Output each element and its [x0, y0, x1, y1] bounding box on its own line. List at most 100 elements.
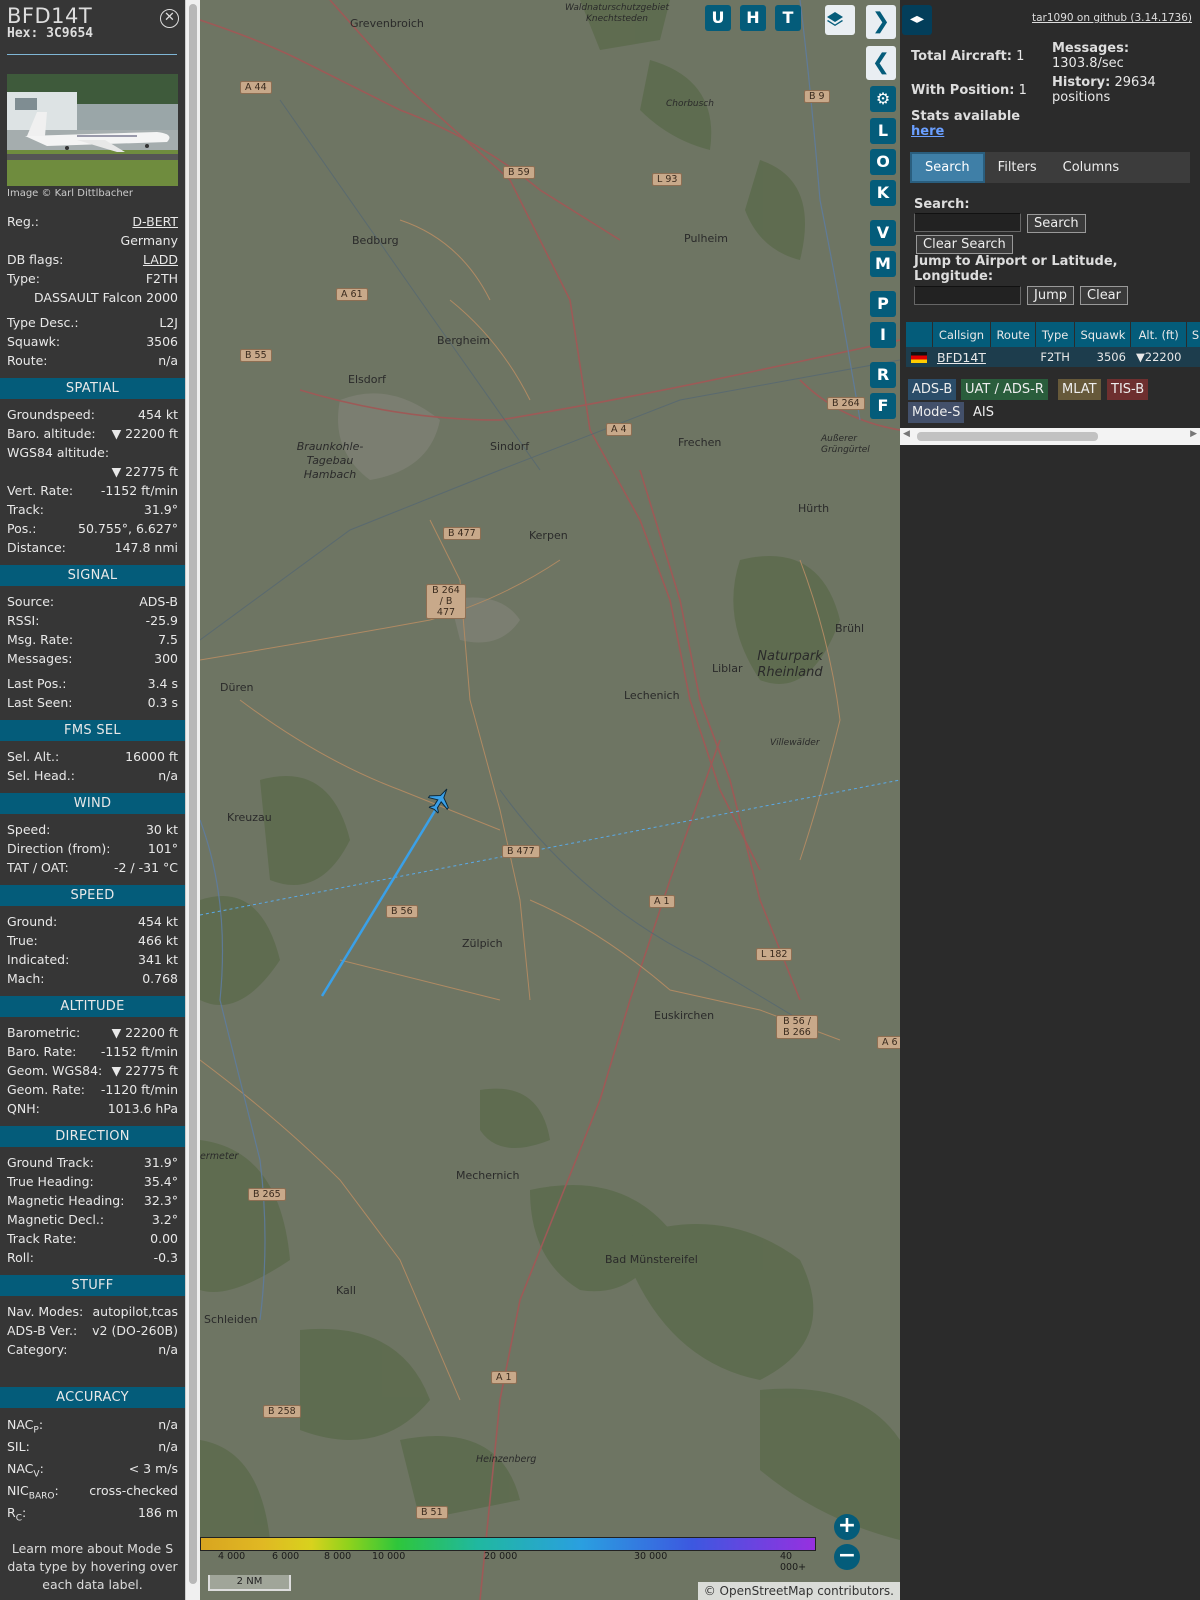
map-button-m[interactable]: M — [870, 251, 896, 277]
rc-row: RC: 186 m — [7, 1502, 178, 1524]
col-altitude[interactable]: Alt. (ft) — [1130, 322, 1187, 347]
total-aircraft: Total Aircraft: 1 — [911, 49, 1025, 64]
table-row[interactable]: BFD14T F2TH 3506 ▼22200 — [906, 347, 1200, 367]
scrollbar-thumb[interactable] — [917, 432, 1098, 441]
jump-input[interactable] — [914, 286, 1021, 305]
label: Groundspeed: — [7, 407, 95, 422]
adsb-ver-row: ADS-B Ver.: v2 (DO-260B) — [7, 1321, 178, 1340]
mag-heading-row: Magnetic Heading: 32.3° — [7, 1191, 178, 1210]
map-button-t[interactable]: T — [775, 5, 801, 31]
label: RC: — [7, 1505, 27, 1524]
ground-speed-row: Ground: 454 kt — [7, 912, 178, 931]
map-attribution[interactable]: © OpenStreetMap contributors. — [697, 1582, 900, 1600]
map-place: Außerer Grüngürtel — [821, 434, 870, 455]
clear-button[interactable]: Clear — [1080, 286, 1128, 305]
dbflags-link[interactable]: LADD — [143, 250, 178, 269]
type-name: DASSAULT Falcon 2000 — [33, 290, 178, 305]
expand-collapse-icon[interactable]: ◂▸ — [902, 5, 932, 35]
map-button-v[interactable]: V — [870, 220, 896, 246]
nacv-row: NACV: < 3 m/s — [7, 1458, 178, 1480]
panel-tabs: Search Filters Columns — [910, 152, 1190, 183]
chevron-right-icon[interactable]: ❯ — [866, 5, 896, 39]
value: -1152 ft/min — [100, 1044, 178, 1059]
reg-link[interactable]: D-BERT — [132, 212, 178, 231]
divider — [7, 54, 177, 55]
reg-label: Reg.: — [7, 214, 39, 229]
label: Geom. Rate: — [7, 1082, 86, 1097]
tab-search[interactable]: Search — [910, 152, 985, 183]
geom-rate-row: Geom. Rate: -1120 ft/min — [7, 1080, 178, 1099]
tab-filters[interactable]: Filters — [985, 152, 1050, 183]
badge-adsb: ADS-B — [908, 379, 957, 400]
jump-button[interactable]: Jump — [1027, 286, 1074, 305]
label: Source: — [7, 594, 55, 609]
layers-icon[interactable] — [825, 5, 855, 35]
scroll-left-icon[interactable]: ◀ — [903, 429, 910, 439]
map-place: Villewälder — [770, 738, 820, 748]
aircraft-photo[interactable] — [7, 74, 178, 186]
col-route[interactable]: Route — [990, 322, 1036, 347]
type-label: Type: — [7, 271, 40, 286]
col-speed[interactable]: Spd — [1186, 322, 1200, 347]
sidebar-scrollbar[interactable] — [185, 0, 200, 1600]
map-place: Lechenich — [624, 689, 680, 702]
col-flag[interactable] — [906, 322, 933, 347]
road-label: B 264 / B 477 — [426, 584, 466, 619]
scroll-right-icon[interactable]: ▶ — [1190, 429, 1197, 439]
map-button-f[interactable]: F — [870, 393, 896, 419]
value: 101° — [147, 841, 178, 856]
github-link[interactable]: tar1090 on github (3.14.1736) — [1032, 12, 1192, 24]
map-button-i[interactable]: I — [870, 322, 896, 348]
qnh-row: QNH: 1013.6 hPa — [7, 1099, 178, 1118]
col-callsign[interactable]: Callsign — [932, 322, 992, 347]
direction-rows: Ground Track: 31.9° True Heading: 35.4° Ma… — [0, 1153, 185, 1267]
search-button[interactable]: Search — [1027, 214, 1086, 233]
tab-columns[interactable]: Columns — [1050, 152, 1133, 183]
label: Nav. Modes: — [7, 1304, 84, 1319]
search-input[interactable] — [914, 213, 1021, 232]
map-place: Heinzenberg — [476, 1454, 537, 1465]
map-button-r[interactable]: R — [870, 362, 896, 388]
distance-row: Distance: 147.8 nmi — [7, 538, 178, 557]
row-callsign[interactable]: BFD14T — [932, 347, 991, 367]
clear-search-button[interactable]: Clear Search — [916, 235, 1013, 254]
map-button-p[interactable]: P — [870, 291, 896, 317]
zoom-in-icon[interactable]: + — [834, 1514, 860, 1540]
map-view[interactable]: Grevenbroich Bedburg Pulheim Bergheim El… — [200, 0, 900, 1600]
squawk-label: Squawk: — [7, 334, 61, 349]
section-spatial: SPATIAL — [0, 378, 185, 399]
value: n/a — [158, 1417, 178, 1432]
typedesc-label: Type Desc.: — [7, 315, 79, 330]
stats-link[interactable]: here — [911, 124, 944, 139]
value: 1013.6 hPa — [107, 1101, 178, 1116]
scrollbar-thumb[interactable] — [189, 4, 197, 1584]
map-button-l[interactable]: L — [870, 118, 896, 144]
map-place: Hürth — [798, 502, 830, 515]
value: -2 / -31 °C — [114, 860, 178, 875]
label: ADS-B Ver.: — [7, 1323, 78, 1338]
label: Geom. WGS84: — [7, 1063, 103, 1078]
map-button-k[interactable]: K — [870, 180, 896, 206]
map-button-o[interactable]: O — [870, 149, 896, 175]
pos-row: Pos.: 50.755°, 6.627° — [7, 519, 178, 538]
squawk-value: 3506 — [146, 334, 178, 349]
mag-decl-row: Magnetic Decl.: 3.2° — [7, 1210, 178, 1229]
lastpos-row: Last Pos.: 3.4 s — [7, 674, 178, 693]
zoom-out-icon[interactable]: − — [834, 1544, 860, 1570]
table-horizontal-scrollbar[interactable]: ◀ ▶ — [900, 428, 1200, 445]
chevron-left-icon[interactable]: ❮ — [866, 46, 896, 80]
road-label: A 44 — [240, 81, 272, 94]
col-squawk[interactable]: Squawk — [1074, 322, 1132, 347]
label: Speed: — [7, 822, 51, 837]
badge-uat: UAT / ADS-R — [961, 379, 1048, 400]
scale-tick: 30 000 — [634, 1551, 668, 1562]
map-button-u[interactable]: U — [705, 5, 731, 31]
map-place: Kerpen — [529, 529, 568, 542]
map-button-h[interactable]: H — [740, 5, 766, 31]
col-type[interactable]: Type — [1035, 322, 1076, 347]
gear-icon[interactable]: ⚙ — [870, 86, 896, 112]
map-place: Liblar — [712, 662, 743, 675]
type-value: F2TH — [145, 271, 178, 286]
close-icon[interactable]: ✕ — [160, 9, 179, 28]
label: Last Seen: — [7, 695, 73, 710]
